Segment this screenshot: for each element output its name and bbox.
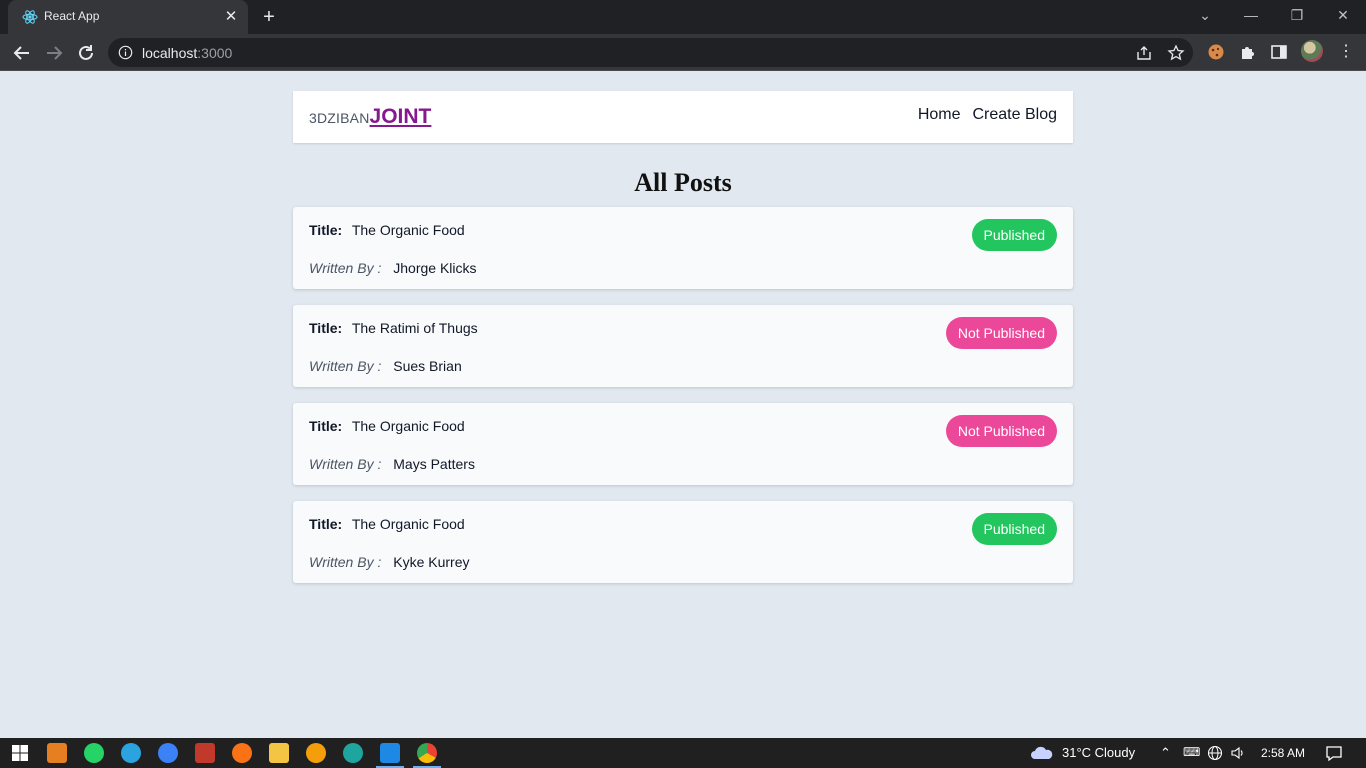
status-badge-not-published[interactable]: Not Published [945, 415, 1057, 447]
weather-text[interactable]: 31°C Cloudy [1062, 745, 1135, 760]
reload-icon[interactable] [73, 40, 99, 66]
post-author: Mays Patters [393, 456, 475, 472]
address-bar[interactable]: localhost:3000 [108, 38, 1193, 67]
post-title-label: Title: [309, 320, 343, 336]
post-author-row: Written By : Mays Patters [309, 456, 475, 472]
post-author-row: Written By : Jhorge Klicks [309, 260, 477, 276]
edge-icon[interactable] [343, 743, 363, 763]
post-author: Jhorge Klicks [393, 260, 477, 276]
forward-arrow-icon[interactable] [41, 40, 67, 66]
restore-window-button[interactable]: ❐ [1274, 0, 1320, 30]
react-logo-icon [22, 10, 38, 24]
post-author-row: Written By : Sues Brian [309, 358, 462, 374]
post-card[interactable]: Title: The Ratimi of Thugs Written By : … [293, 305, 1073, 387]
browser-toolbar: localhost:3000 ⋮ [0, 34, 1366, 71]
page-title: All Posts [634, 168, 732, 197]
share-icon[interactable] [1135, 44, 1153, 62]
speaker-volume-icon[interactable] [1230, 745, 1246, 761]
cloud-weather-icon[interactable] [1029, 743, 1055, 763]
browser-tab-strip: React App ✕ + ⌄ — ❐ ✕ [0, 0, 1366, 34]
site-logo[interactable]: 3DZIBANJOINT [309, 105, 431, 129]
post-title-label: Title: [309, 418, 343, 434]
post-title-row: Title: The Organic Food [309, 516, 465, 532]
safari-compass-icon[interactable] [158, 743, 178, 763]
post-author-label: Written By : [309, 554, 382, 570]
post-author: Sues Brian [393, 358, 462, 374]
sublime-text-icon[interactable] [47, 743, 67, 763]
url-text: localhost:3000 [142, 45, 232, 61]
close-window-button[interactable]: ✕ [1320, 0, 1366, 30]
post-title: The Organic Food [351, 418, 465, 434]
post-card[interactable]: Title: The Organic Food Written By : May… [293, 403, 1073, 485]
post-title: The Ratimi of Thugs [351, 320, 478, 336]
vscode-icon[interactable] [380, 743, 400, 763]
post-title: The Organic Food [351, 222, 465, 238]
post-title-row: Title: The Organic Food [309, 222, 465, 238]
minimize-window-button[interactable]: — [1228, 0, 1274, 30]
side-panel-icon[interactable] [1270, 43, 1288, 61]
tab-search-icon[interactable]: ⌄ [1182, 0, 1228, 30]
browser-menu-icon[interactable]: ⋮ [1338, 41, 1354, 63]
close-tab-icon[interactable]: ✕ [222, 8, 240, 26]
status-badge-published[interactable]: Published [971, 513, 1057, 545]
url-port: :3000 [197, 45, 233, 61]
post-title: The Organic Food [351, 516, 465, 532]
chrome-icon[interactable] [417, 743, 437, 763]
post-author-row: Written By : Kyke Kurrey [309, 554, 470, 570]
windows-taskbar: 31°C Cloudy ⌃ ⌨ 2:58 AM [0, 738, 1366, 768]
tab-title: React App [44, 9, 100, 23]
input-method-icon[interactable]: ⌨ [1183, 745, 1200, 759]
cookie-extension-icon[interactable] [1207, 43, 1225, 61]
post-title-row: Title: The Ratimi of Thugs [309, 320, 478, 336]
notifications-icon[interactable] [1324, 743, 1344, 763]
logo-prefix: 3DZIBAN [309, 110, 370, 126]
profile-avatar[interactable] [1301, 40, 1323, 62]
file-explorer-icon[interactable] [269, 743, 289, 763]
bookmark-star-icon[interactable] [1167, 44, 1185, 62]
post-author-label: Written By : [309, 456, 382, 472]
post-title-label: Title: [309, 222, 343, 238]
post-author-label: Written By : [309, 358, 382, 374]
site-navbar: 3DZIBANJOINT Home Create Blog [293, 91, 1073, 143]
windows-start-icon[interactable] [10, 743, 30, 763]
nav-link-create-blog[interactable]: Create Blog [973, 106, 1058, 124]
nav-links: Home Create Blog [918, 106, 1057, 124]
post-card[interactable]: Title: The Organic Food Written By : Kyk… [293, 501, 1073, 583]
post-card[interactable]: Title: The Organic Food Written By : Jho… [293, 207, 1073, 289]
filezilla-icon[interactable] [195, 743, 215, 763]
browser-tab-active[interactable]: React App ✕ [8, 0, 248, 34]
whatsapp-icon[interactable] [84, 743, 104, 763]
post-title-label: Title: [309, 516, 343, 532]
telegram-icon[interactable] [121, 743, 141, 763]
search-tool-icon[interactable] [306, 743, 326, 763]
clock-time[interactable]: 2:58 AM [1261, 746, 1305, 760]
back-arrow-icon[interactable] [9, 40, 35, 66]
new-tab-button[interactable]: + [258, 6, 280, 28]
url-host: localhost [142, 45, 198, 61]
post-author-label: Written By : [309, 260, 382, 276]
firefox-icon[interactable] [232, 743, 252, 763]
logo-main: JOINT [369, 105, 432, 128]
status-badge-not-published[interactable]: Not Published [945, 317, 1057, 349]
site-info-icon[interactable] [118, 45, 133, 60]
extensions-puzzle-icon[interactable] [1239, 43, 1257, 61]
globe-network-icon[interactable] [1207, 745, 1223, 761]
post-author: Kyke Kurrey [393, 554, 470, 570]
nav-link-home[interactable]: Home [918, 106, 961, 124]
post-title-row: Title: The Organic Food [309, 418, 465, 434]
chevron-up-icon[interactable]: ⌃ [1160, 745, 1171, 761]
status-badge-published[interactable]: Published [971, 219, 1057, 251]
